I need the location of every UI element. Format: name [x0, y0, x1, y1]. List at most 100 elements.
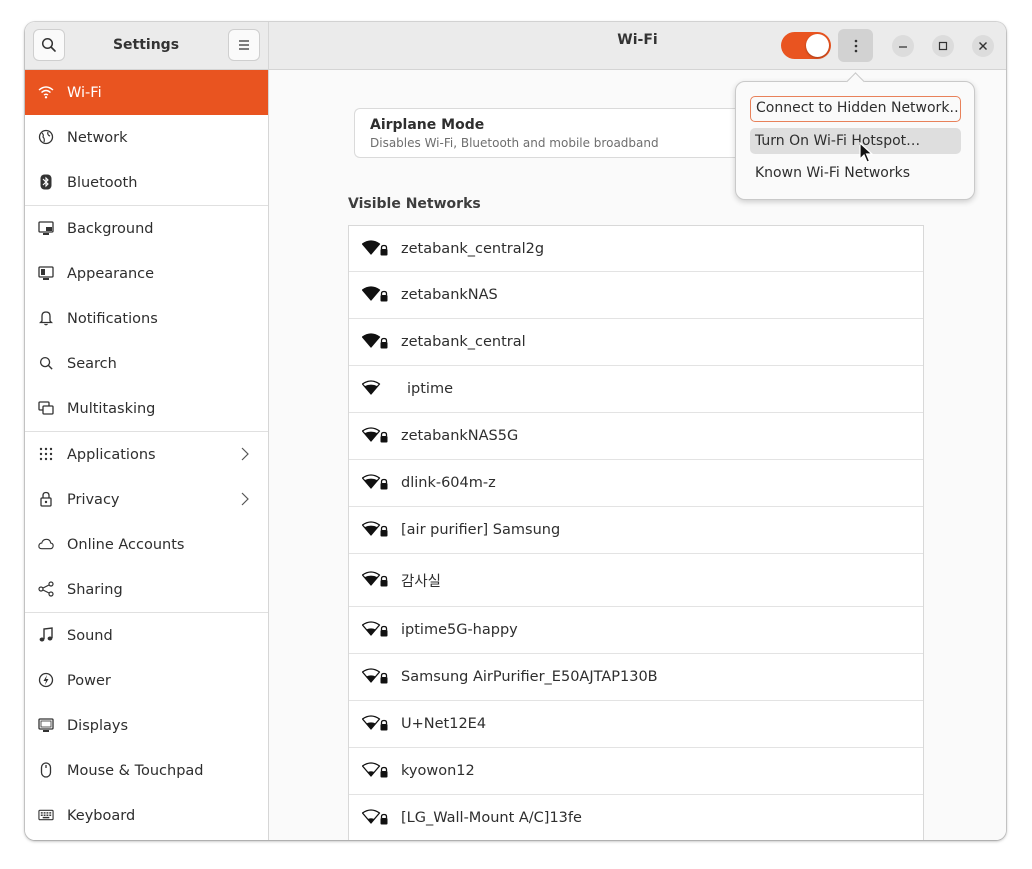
wifi-secured-icon: [362, 715, 388, 731]
wifi-secured-icon: [362, 668, 388, 684]
power-icon: [38, 672, 54, 688]
sidebar-item-bluetooth[interactable]: Bluetooth: [25, 160, 268, 205]
sidebar-item-power[interactable]: Power: [25, 658, 268, 703]
sidebar-item-network[interactable]: Network: [25, 115, 268, 160]
sidebar-item-privacy[interactable]: Privacy: [25, 477, 268, 522]
sidebar: Settings Wi-Fi Network Bluetooth Backgro…: [25, 22, 269, 840]
close-button[interactable]: [972, 35, 994, 57]
network-row[interactable]: zetabankNAS: [349, 272, 923, 319]
sidebar-item-displays[interactable]: Displays: [25, 703, 268, 748]
sidebar-item-label: Search: [67, 355, 117, 372]
sidebar-item-label: Power: [67, 672, 111, 689]
wifi-secured-icon: [362, 521, 388, 537]
content-headerbar: Wi-Fi: [269, 22, 1006, 70]
network-name: 감사실: [401, 573, 442, 590]
network-row[interactable]: 감사실: [349, 554, 923, 607]
network-name: U+Net12E4: [401, 716, 487, 732]
sidebar-item-applications[interactable]: Applications: [25, 431, 268, 477]
sidebar-item-label: Keyboard: [67, 807, 136, 824]
maximize-icon: [938, 41, 948, 51]
wifi-icon: [38, 84, 54, 100]
network-name: dlink-604m-z: [401, 475, 496, 491]
sidebar-item-label: Privacy: [67, 491, 120, 508]
wifi-secured-icon: [362, 239, 388, 255]
network-row[interactable]: U+Net12E4: [349, 701, 923, 748]
sidebar-item-keyboard[interactable]: Keyboard: [25, 793, 268, 838]
sidebar-item-label: Applications: [67, 446, 156, 463]
mouse-icon: [38, 762, 54, 778]
wifi-secured-icon: [362, 474, 388, 490]
cloud-icon: [38, 536, 54, 552]
network-row[interactable]: dlink-604m-z: [349, 460, 923, 507]
close-icon: [979, 42, 987, 50]
sidebar-item-sharing[interactable]: Sharing: [25, 567, 268, 612]
wifi-toggle-switch[interactable]: [781, 32, 831, 59]
connect-hidden-network-item[interactable]: Connect to Hidden Network…: [750, 96, 961, 122]
network-name: [air purifier] Samsung: [401, 522, 561, 538]
wifi-menu-button[interactable]: [838, 29, 873, 62]
wifi-secured-icon: [362, 571, 388, 587]
chevron-right-icon: [241, 492, 249, 510]
sidebar-item-appearance[interactable]: Appearance: [25, 251, 268, 296]
lock-icon: [38, 491, 54, 507]
wifi-secured-icon: [362, 621, 388, 637]
vertical-ellipsis-icon: [854, 39, 857, 52]
wifi-secured-icon: [362, 286, 388, 302]
network-name: zetabank_central2g: [401, 240, 545, 257]
network-row[interactable]: zetabankNAS5G: [349, 413, 923, 460]
maximize-button[interactable]: [932, 35, 954, 57]
sidebar-item-label: Sound: [67, 627, 113, 644]
sidebar-item-background[interactable]: Background: [25, 205, 268, 251]
visible-networks-heading: Visible Networks: [348, 196, 481, 212]
network-name: iptime5G-happy: [401, 622, 518, 638]
network-name: zetabankNAS: [401, 287, 498, 303]
network-row[interactable]: zetabank_central: [349, 319, 923, 366]
sidebar-item-search[interactable]: Search: [25, 341, 268, 386]
display-icon: [38, 717, 54, 733]
globe-icon: [38, 129, 54, 145]
wifi-secured-icon: [362, 333, 388, 349]
bell-icon: [38, 310, 54, 326]
minimize-icon: [899, 46, 907, 48]
sidebar-item-multitasking[interactable]: Multitasking: [25, 386, 268, 431]
multitasking-icon: [38, 400, 54, 416]
visible-networks-list: zetabank_central2g zetabankNAS zetabank_ce…: [348, 225, 924, 840]
sidebar-item-label: Multitasking: [67, 400, 156, 417]
airplane-mode-subtitle: Disables Wi-Fi, Bluetooth and mobile bro…: [370, 136, 659, 150]
sidebar-item-wifi[interactable]: Wi-Fi: [25, 70, 268, 115]
sidebar-item-sound[interactable]: Sound: [25, 612, 268, 658]
sidebar-title: Settings: [112, 37, 180, 53]
sidebar-item-mouse-touchpad[interactable]: Mouse & Touchpad: [25, 748, 268, 793]
primary-menu-button[interactable]: [228, 29, 260, 61]
airplane-mode-row[interactable]: Airplane Mode Disables Wi-Fi, Bluetooth …: [354, 108, 755, 158]
music-note-icon: [38, 627, 54, 643]
network-row[interactable]: kyowon12: [349, 748, 923, 795]
sidebar-item-online-accounts[interactable]: Online Accounts: [25, 522, 268, 567]
search-button[interactable]: [33, 29, 65, 61]
sidebar-item-notifications[interactable]: Notifications: [25, 296, 268, 341]
network-row[interactable]: [air purifier] Samsung: [349, 507, 923, 554]
sidebar-item-label: Sharing: [67, 581, 123, 598]
sidebar-item-label: Background: [67, 220, 154, 237]
sidebar-item-label: Displays: [67, 717, 129, 734]
turn-on-hotspot-item[interactable]: Turn On Wi-Fi Hotspot…: [750, 128, 961, 154]
wifi-signal-icon: [362, 380, 381, 395]
wifi-secured-icon: [362, 762, 388, 778]
sidebar-item-label: Mouse & Touchpad: [67, 762, 204, 779]
known-networks-item[interactable]: Known Wi-Fi Networks: [750, 160, 961, 186]
network-row[interactable]: Samsung AirPurifier_E50AJTAP130B: [349, 654, 923, 701]
airplane-mode-title: Airplane Mode: [370, 117, 485, 133]
sidebar-item-label: Bluetooth: [67, 174, 138, 191]
sidebar-list: Wi-Fi Network Bluetooth Background Appea…: [25, 70, 268, 838]
network-row[interactable]: iptime: [349, 366, 923, 413]
wifi-options-popover: Connect to Hidden Network… Turn On Wi-Fi…: [735, 72, 975, 200]
grid-icon: [38, 446, 54, 462]
sidebar-item-label: Online Accounts: [67, 536, 185, 553]
background-icon: [38, 220, 54, 236]
network-row[interactable]: zetabank_central2g: [349, 226, 923, 272]
sidebar-item-label: Appearance: [67, 265, 155, 282]
network-row[interactable]: iptime5G-happy: [349, 607, 923, 654]
network-row[interactable]: [LG_Wall-Mount A/C]13fe: [349, 795, 923, 840]
sidebar-headerbar: Settings: [25, 22, 268, 70]
minimize-button[interactable]: [892, 35, 914, 57]
